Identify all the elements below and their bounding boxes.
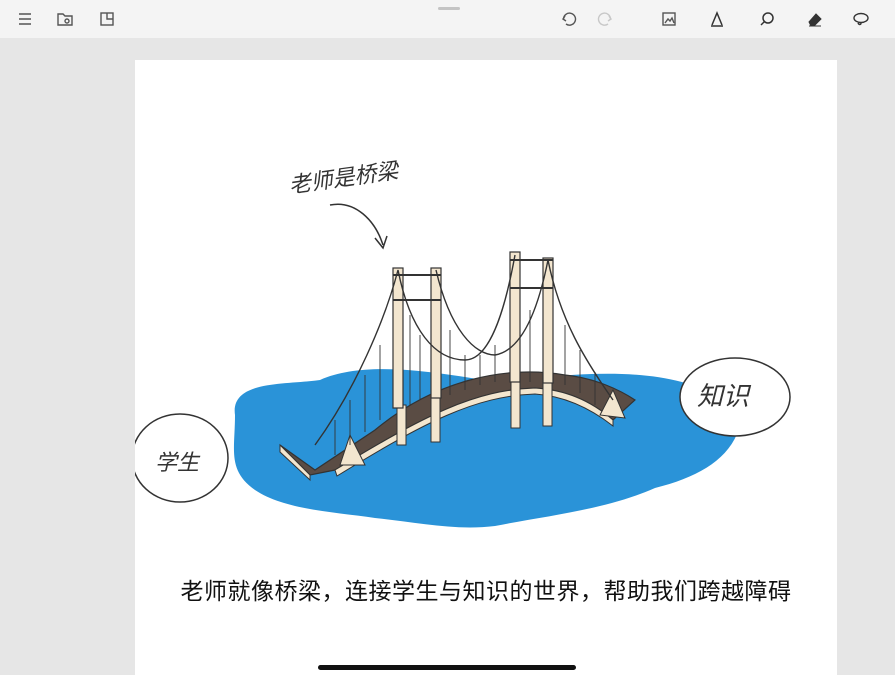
folder-icon[interactable]	[54, 8, 76, 30]
lasso-icon[interactable]	[850, 8, 872, 30]
menu-icon[interactable]	[14, 8, 36, 30]
tower-left-b	[430, 267, 442, 399]
pen-icon[interactable]	[706, 8, 728, 30]
undo-icon[interactable]	[558, 8, 580, 30]
tower-left-a	[392, 267, 404, 409]
caption-text: 老师就像桥梁，连接学生与知识的世界，帮助我们跨越障碍	[180, 579, 792, 605]
home-indicator[interactable]	[318, 665, 576, 670]
page-icon[interactable]	[96, 8, 118, 30]
notebook-page[interactable]: 老师是桥梁 学生 知识 老师就像桥梁，连接学生与知识的世界，帮助我们跨越障碍	[135, 60, 837, 675]
redo-icon[interactable]	[594, 8, 616, 30]
drag-handle[interactable]	[438, 7, 460, 10]
label-right: 知识	[697, 382, 752, 412]
image-icon[interactable]	[658, 8, 680, 30]
toolbar	[0, 0, 895, 38]
label-top: 老师是桥梁	[287, 159, 401, 199]
search-icon[interactable]	[756, 8, 778, 30]
label-left: 学生	[155, 451, 201, 476]
eraser-icon[interactable]	[804, 8, 826, 30]
